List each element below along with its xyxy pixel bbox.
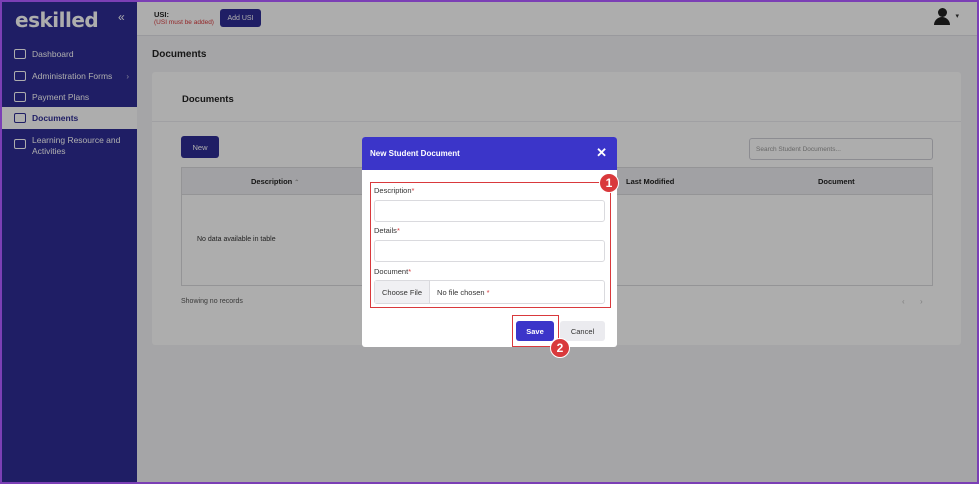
annotation-step-2: 2 xyxy=(550,338,570,358)
close-icon[interactable]: ✕ xyxy=(596,145,607,161)
modal-title: New Student Document xyxy=(370,149,460,158)
annotation-box-fields xyxy=(370,182,611,308)
modal-header: New Student Document ✕ xyxy=(362,137,617,170)
cancel-button[interactable]: Cancel xyxy=(560,321,605,341)
annotation-step-1: 1 xyxy=(599,173,619,193)
